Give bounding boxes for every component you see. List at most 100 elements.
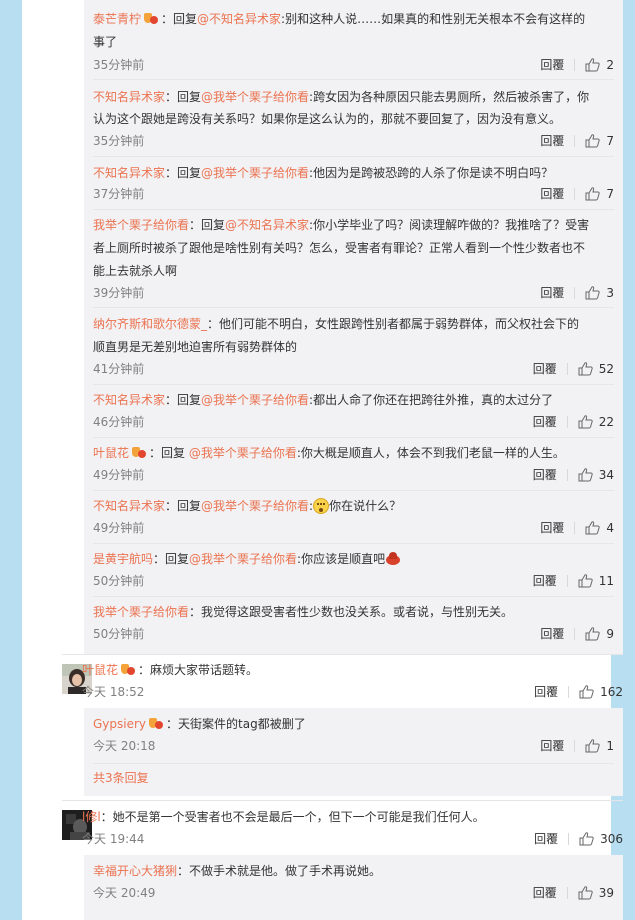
divider [566, 416, 568, 428]
reply-username[interactable]: 幸福开心大猪猁 [93, 864, 177, 878]
reply-time: 今天 20:49 [93, 886, 156, 900]
reply-button[interactable]: 回覆 [540, 626, 564, 642]
divider [62, 800, 623, 801]
reply-item: 不知名异术家：回复@我举个栗子给你看:都出人命了你还在把跨往外推，真的太过分了 … [93, 385, 614, 438]
thumbs-up-icon[interactable] [585, 286, 601, 304]
reply-item: 不知名异术家：回复@我举个栗子给你看:跨女因为各种原因只能去男厕所，然后被杀害了… [93, 80, 614, 157]
reply-item: 纳尔齐斯和歌尔德蒙_：他们可能不明白，女性跟跨性别者都属于弱势群体，而父权社会下… [93, 308, 614, 385]
thumbs-up-icon[interactable] [578, 468, 593, 486]
mention-link[interactable]: @我举个栗子给你看 [189, 446, 297, 460]
reply-item: 叶鼠花 ：回复 @我举个栗子给你看:你大概是顺直人，体会不到我们老鼠一样的人生。 … [93, 438, 614, 491]
view-all-replies-link[interactable]: 共3条回复 [93, 770, 149, 786]
reply-button[interactable]: 回覆 [533, 573, 557, 589]
mention-link[interactable]: @我举个栗子给你看 [201, 90, 309, 104]
mention-link[interactable]: @我举个栗子给你看 [201, 393, 309, 407]
reply-prefix: ：回复 [161, 12, 198, 26]
divider [568, 686, 570, 698]
reply-text-continued: 者上厕所时被杀了跟他是啥性别有关吗？怎么，受害者有罪论？正常人看到一个性少数者也… [93, 241, 586, 255]
divider [566, 469, 568, 481]
thumbs-up-icon[interactable] [579, 685, 594, 703]
reply-thread: 幸福开心大猪猁：不做手术就是他。做了手术再说她。 今天 20:49 回覆 39 [84, 855, 623, 920]
mention-link[interactable]: @不知名异术家 [197, 12, 281, 26]
reply-text: :都出人命了你还在把跨往外推，真的太过分了 [309, 393, 554, 407]
reply-text: ：不做手术就是他。做了手术再说她。 [177, 864, 382, 878]
reply-item: 不知名异术家：回复@我举个栗子给你看:他因为是跨被恐跨的人杀了你是读不明白吗？ … [93, 157, 614, 210]
reply-time: 今天 20:18 [93, 739, 156, 753]
divider [574, 628, 576, 640]
vip-badge-icon [121, 664, 136, 676]
like-count: 22 [598, 415, 614, 429]
divider [574, 135, 576, 147]
reply-button[interactable]: 回覆 [533, 361, 557, 377]
reply-username[interactable]: 不知名异术家 [93, 166, 165, 180]
reply-button[interactable]: 回覆 [540, 520, 564, 536]
reply-thread: 泰芒青柠 ：回复@不知名异术家:别和这种人说……如果真的和性别无关根本不会有这样的… [84, 0, 623, 654]
reply-prefix: ：回复 [165, 499, 202, 513]
reply-time: 49分钟前 [93, 521, 145, 535]
comment-text: ：她不是第一个受害者也不会是最后一个，但下一个可能是我们任何人。 [100, 810, 485, 824]
comment-text: ：麻烦大家带话题转。 [138, 663, 259, 677]
reply-item: 我举个栗子给你看：回复@不知名异术家:你小学毕业了吗？阅读理解咋做的？我推啥了？… [93, 210, 614, 308]
thumbs-up-icon[interactable] [585, 521, 601, 539]
reply-button[interactable]: 回覆 [534, 831, 558, 847]
reply-username[interactable]: 不知名异术家 [93, 393, 165, 407]
thumbs-up-icon[interactable] [578, 415, 593, 433]
reply-button[interactable]: 回覆 [540, 285, 564, 301]
thumbs-up-icon[interactable] [578, 574, 593, 592]
divider [566, 887, 568, 899]
like-count: 3 [606, 286, 614, 300]
reply-username[interactable]: 不知名异术家 [93, 499, 165, 513]
thumbs-up-icon[interactable] [579, 832, 594, 850]
reply-button[interactable]: 回覆 [540, 57, 564, 73]
reply-username[interactable]: 叶鼠花 [93, 446, 129, 460]
reply-time: 50分钟前 [93, 627, 145, 641]
reply-username[interactable]: 我举个栗子给你看 [93, 605, 189, 619]
thumbs-up-icon[interactable] [585, 187, 601, 205]
reply-button[interactable]: 回覆 [533, 467, 557, 483]
thumbs-up-icon[interactable] [585, 134, 601, 152]
comment-username[interactable]: 叶鼠花 [82, 663, 118, 677]
reply-username[interactable]: 不知名异术家 [93, 90, 165, 104]
reply-item: 是黄宇航吗：回复@我举个栗子给你看:你应该是顺直吧 50分钟前 回覆 11 [93, 544, 614, 597]
vip-badge-icon [149, 718, 164, 730]
divider [62, 654, 623, 655]
comment-item: 叶鼠花 ：麻烦大家带话题转。 今天 18:52 回覆 162 [82, 662, 623, 702]
reply-button[interactable]: 回覆 [533, 885, 557, 901]
reply-button[interactable]: 回覆 [540, 133, 564, 149]
reply-time: 35分钟前 [93, 58, 145, 72]
comment-time: 今天 19:44 [82, 832, 145, 846]
mention-link[interactable]: @我举个栗子给你看 [201, 499, 309, 513]
reply-prefix: ：回复 [165, 166, 202, 180]
reply-username[interactable]: 是黄宇航吗 [93, 552, 153, 566]
reply-time: 46分钟前 [93, 415, 145, 429]
thumbs-up-icon[interactable] [585, 627, 601, 645]
reply-username[interactable]: 我举个栗子给你看 [93, 218, 189, 232]
reply-item: 泰芒青柠 ：回复@不知名异术家:别和这种人说……如果真的和性别无关根本不会有这样的… [93, 0, 614, 80]
reply-item: 我举个栗子给你看：我觉得这跟受害者性少数也没关系。或者说，与性别无关。 50分钟… [93, 597, 614, 650]
like-count: 1 [606, 739, 614, 753]
thumbs-up-icon[interactable] [585, 739, 601, 757]
reply-button[interactable]: 回覆 [540, 186, 564, 202]
divider [574, 740, 576, 752]
reply-thread: Gypsiery ：天街案件的tag都被删了 今天 20:18 回覆 1 共3条回复 [84, 708, 623, 796]
reply-text: :他因为是跨被恐跨的人杀了你是读不明白吗？ [309, 166, 554, 180]
mention-link[interactable]: @不知名异术家 [225, 218, 309, 232]
reply-username[interactable]: Gypsiery [93, 717, 146, 731]
thumbs-up-icon[interactable] [578, 362, 593, 380]
reply-button[interactable]: 回覆 [533, 414, 557, 430]
reply-time: 37分钟前 [93, 187, 145, 201]
thumbs-up-icon[interactable] [578, 886, 593, 904]
reply-button[interactable]: 回覆 [540, 738, 564, 754]
mention-link[interactable]: @我举个栗子给你看 [201, 166, 309, 180]
divider [568, 833, 570, 845]
reply-username[interactable]: 泰芒青柠 [93, 12, 141, 26]
reply-time: 39分钟前 [93, 286, 145, 300]
comment-username[interactable]: l修l [82, 810, 101, 824]
like-count: 34 [598, 468, 614, 482]
reply-text-continued: 事了 [93, 35, 118, 49]
reply-item: 幸福开心大猪猁：不做手术就是他。做了手术再说她。 今天 20:49 回覆 39 [93, 855, 614, 915]
thumbs-up-icon[interactable] [585, 58, 601, 76]
reply-username[interactable]: 纳尔齐斯和歌尔德蒙_ [93, 317, 207, 331]
reply-button[interactable]: 回覆 [534, 684, 558, 700]
mention-link[interactable]: @我举个栗子给你看 [189, 552, 297, 566]
